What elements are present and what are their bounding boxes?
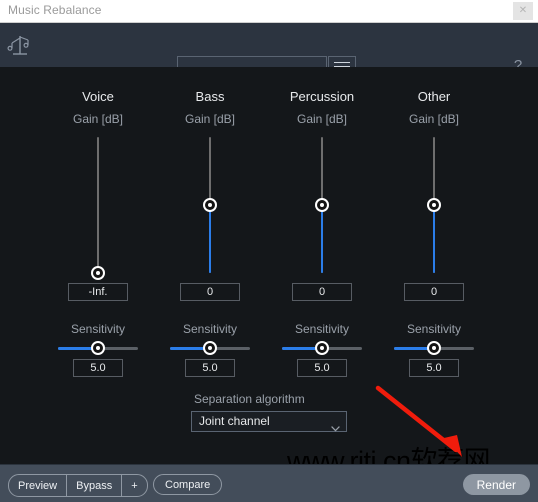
compare-button[interactable]: Compare <box>153 474 223 495</box>
gain-label: Gain [dB] <box>296 112 348 126</box>
slider-handle[interactable] <box>315 198 329 212</box>
close-icon[interactable]: ✕ <box>513 2 533 20</box>
sensitivity-slider-voice[interactable] <box>58 341 138 355</box>
preview-button[interactable]: Preview <box>9 475 68 496</box>
main-panel: Voice Gain [dB] -Inf. Sensitivity 5.0 Ba… <box>0 67 538 464</box>
gain-value-input[interactable]: 0 <box>180 283 240 301</box>
slider-handle[interactable] <box>91 341 105 355</box>
separation-algorithm-value: Joint channel <box>199 414 270 428</box>
sensitivity-value-input[interactable]: 5.0 <box>409 359 459 377</box>
gain-value-input[interactable]: -Inf. <box>68 283 128 301</box>
music-balance-icon <box>6 31 34 59</box>
sensitivity-label: Sensitivity <box>70 322 126 336</box>
preview-bypass-group: Preview Bypass + <box>8 474 148 497</box>
slider-handle[interactable] <box>427 341 441 355</box>
slider-handle[interactable] <box>203 341 217 355</box>
sensitivity-slider-other[interactable] <box>394 341 474 355</box>
separation-algorithm-dropdown[interactable]: Joint channel <box>191 411 347 432</box>
title-bar: Music Rebalance ✕ <box>0 0 538 23</box>
channel-title: Voice <box>82 89 114 104</box>
gain-value-input[interactable]: 0 <box>404 283 464 301</box>
sensitivity-value-input[interactable]: 5.0 <box>297 359 347 377</box>
sensitivity-slider-bass[interactable] <box>170 341 250 355</box>
slider-handle[interactable] <box>315 341 329 355</box>
gain-slider-other[interactable] <box>427 137 441 273</box>
slider-track <box>97 137 99 273</box>
sensitivity-label: Sensitivity <box>406 322 462 336</box>
gain-value-input[interactable]: 0 <box>292 283 352 301</box>
bypass-button[interactable]: Bypass <box>67 475 123 496</box>
gain-label: Gain [dB] <box>184 112 236 126</box>
sensitivity-label: Sensitivity <box>294 322 350 336</box>
channel-title: Percussion <box>289 89 355 104</box>
gain-label: Gain [dB] <box>72 112 124 126</box>
chevron-down-icon <box>331 419 340 432</box>
slider-handle[interactable] <box>203 198 217 212</box>
channel-title: Other <box>417 89 451 104</box>
music-rebalance-window: Music Rebalance ✕ ? Voice Gain [dB] -Inf… <box>0 0 538 502</box>
footer-bar: Preview Bypass + Compare Render <box>0 464 538 502</box>
sensitivity-slider-percussion[interactable] <box>282 341 362 355</box>
top-toolbar: ? <box>0 23 538 76</box>
channel-title: Bass <box>195 89 225 104</box>
slider-fill <box>321 205 323 273</box>
render-button[interactable]: Render <box>462 474 530 495</box>
slider-handle[interactable] <box>427 198 441 212</box>
slider-fill <box>209 205 211 273</box>
separation-algorithm-label: Separation algorithm <box>194 392 305 406</box>
add-button[interactable]: + <box>122 475 146 496</box>
sensitivity-value-input[interactable]: 5.0 <box>73 359 123 377</box>
gain-slider-percussion[interactable] <box>315 137 329 273</box>
menu-bar-1 <box>334 62 350 63</box>
gain-slider-voice[interactable] <box>91 137 105 280</box>
gain-slider-bass[interactable] <box>203 137 217 273</box>
slider-handle[interactable] <box>91 266 105 280</box>
sensitivity-value-input[interactable]: 5.0 <box>185 359 235 377</box>
sensitivity-label: Sensitivity <box>182 322 238 336</box>
slider-fill <box>433 205 435 273</box>
window-title: Music Rebalance <box>8 3 102 17</box>
gain-label: Gain [dB] <box>408 112 460 126</box>
